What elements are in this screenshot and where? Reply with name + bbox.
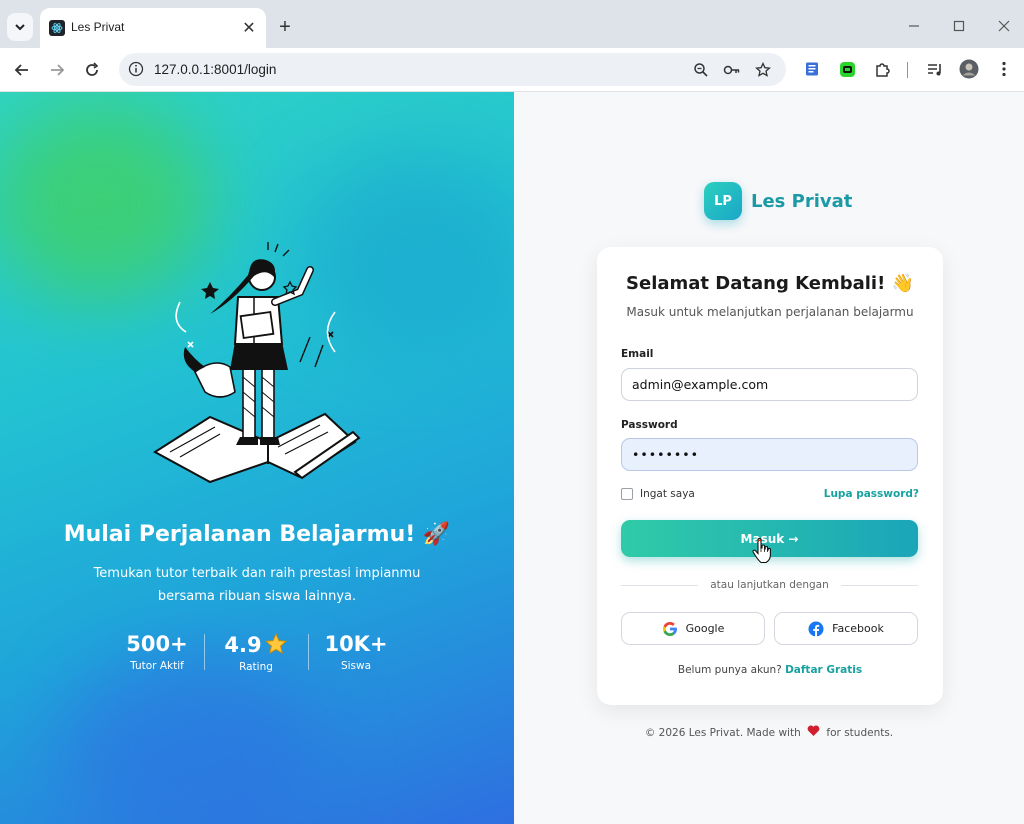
- facebook-icon: [808, 621, 824, 636]
- remember-label: Ingat saya: [640, 488, 695, 500]
- divider-line: [621, 584, 699, 586]
- signup-link[interactable]: Daftar Gratis: [785, 664, 862, 676]
- hand-cursor-icon: [752, 538, 771, 564]
- login-page: Mulai Perjalanan Belajarmu! 🚀 Temukan tu…: [0, 92, 1024, 824]
- hero-panel: Mulai Perjalanan Belajarmu! 🚀 Temukan tu…: [0, 92, 514, 824]
- brand: LP Les Privat: [704, 182, 852, 220]
- login-panel: LP Les Privat Selamat Datang Kembali! 👋 …: [514, 92, 1024, 824]
- stat-divider: [308, 634, 309, 670]
- email-label: Email: [621, 348, 654, 360]
- stat-tutors: 500+ Tutor Aktif: [118, 632, 196, 672]
- social-divider: atau lanjutkan dengan: [621, 578, 918, 592]
- window-close-icon[interactable]: [994, 16, 1014, 36]
- signup-prompt: Belum punya akun? Daftar Gratis: [597, 664, 943, 676]
- brand-name: Les Privat: [751, 190, 853, 212]
- heart-icon: [807, 725, 820, 736]
- divider-text: atau lanjutkan dengan: [710, 579, 829, 591]
- url-text[interactable]: 127.0.0.1:8001/login: [154, 62, 276, 77]
- google-login-button[interactable]: Google: [621, 612, 765, 645]
- extensions-puzzle-icon[interactable]: [871, 58, 893, 80]
- footer-text-after: for students.: [826, 727, 894, 739]
- back-icon[interactable]: [10, 58, 34, 82]
- remember-checkbox[interactable]: [621, 488, 633, 500]
- remember-me[interactable]: Ingat saya: [621, 488, 695, 500]
- password-label: Password: [621, 419, 678, 431]
- profile-avatar-icon[interactable]: [958, 58, 980, 80]
- brand-logo: LP: [704, 182, 742, 220]
- hero-title: Mulai Perjalanan Belajarmu! 🚀: [63, 522, 451, 547]
- login-title: Selamat Datang Kembali! 👋: [626, 273, 914, 294]
- react-favicon-icon: [49, 20, 65, 36]
- stat-value: 4.9: [216, 632, 296, 657]
- site-info-icon[interactable]: [128, 61, 144, 77]
- toolbar-divider: [907, 62, 908, 78]
- minimize-icon[interactable]: [904, 16, 924, 36]
- forgot-password-link[interactable]: Lupa password?: [824, 488, 919, 500]
- stat-label: Tutor Aktif: [130, 660, 184, 672]
- signup-text: Belum punya akun?: [677, 664, 782, 676]
- browser-tab-bar: Les Privat ✕ +: [0, 0, 1024, 48]
- footer-text-before: © 2026 Les Privat. Made with: [644, 727, 801, 739]
- password-field[interactable]: ••••••••: [621, 438, 918, 471]
- stat-rating: 4.9 Rating: [216, 632, 296, 673]
- login-subtitle: Masuk untuk melanjutkan perjalanan belaj…: [626, 305, 914, 319]
- google-icon: [662, 621, 677, 636]
- forward-icon[interactable]: [45, 58, 69, 82]
- facebook-login-button[interactable]: Facebook: [774, 612, 918, 645]
- bookmark-star-icon[interactable]: [753, 60, 773, 80]
- address-bar[interactable]: 127.0.0.1:8001/login: [119, 53, 786, 86]
- stat-value: 10K+: [324, 632, 388, 656]
- chevron-down-icon: [15, 24, 25, 31]
- browser-menu-icon[interactable]: [993, 58, 1015, 80]
- email-field[interactable]: admin@example.com: [621, 368, 918, 401]
- login-card: Selamat Datang Kembali! 👋 Masuk untuk me…: [597, 247, 943, 705]
- google-label: Google: [685, 622, 725, 635]
- facebook-label: Facebook: [832, 622, 884, 635]
- page-footer: © 2026 Les Privat. Made with for student…: [514, 725, 1024, 739]
- stat-label: Siswa: [340, 660, 372, 672]
- browser-toolbar: 127.0.0.1:8001/login: [0, 48, 1024, 92]
- extension-document-icon[interactable]: [801, 58, 823, 80]
- stat-divider: [204, 634, 205, 670]
- divider-line: [840, 584, 918, 586]
- zoom-icon[interactable]: [691, 60, 711, 80]
- hero-blob-bottom: [60, 652, 320, 824]
- star-icon: [264, 632, 287, 655]
- browser-tab[interactable]: Les Privat ✕: [40, 8, 266, 48]
- maximize-icon[interactable]: [949, 16, 969, 36]
- reload-icon[interactable]: [80, 58, 104, 82]
- tab-close-icon[interactable]: ✕: [240, 18, 258, 37]
- tab-title: Les Privat: [71, 20, 125, 34]
- password-key-icon[interactable]: [722, 60, 742, 80]
- new-tab-button[interactable]: +: [274, 16, 296, 38]
- stat-value-text: 4.9: [224, 633, 262, 657]
- tab-search-dropdown-button[interactable]: [7, 13, 33, 41]
- extension-green-icon[interactable]: [836, 58, 858, 80]
- media-control-icon[interactable]: [923, 58, 945, 80]
- stat-value: 500+: [126, 632, 188, 656]
- hero-subtitle: Temukan tutor terbaik dan raih prestasi …: [93, 566, 421, 604]
- stat-label: Rating: [239, 661, 273, 673]
- student-illustration: [153, 242, 361, 484]
- stat-students: 10K+ Siswa: [318, 632, 394, 672]
